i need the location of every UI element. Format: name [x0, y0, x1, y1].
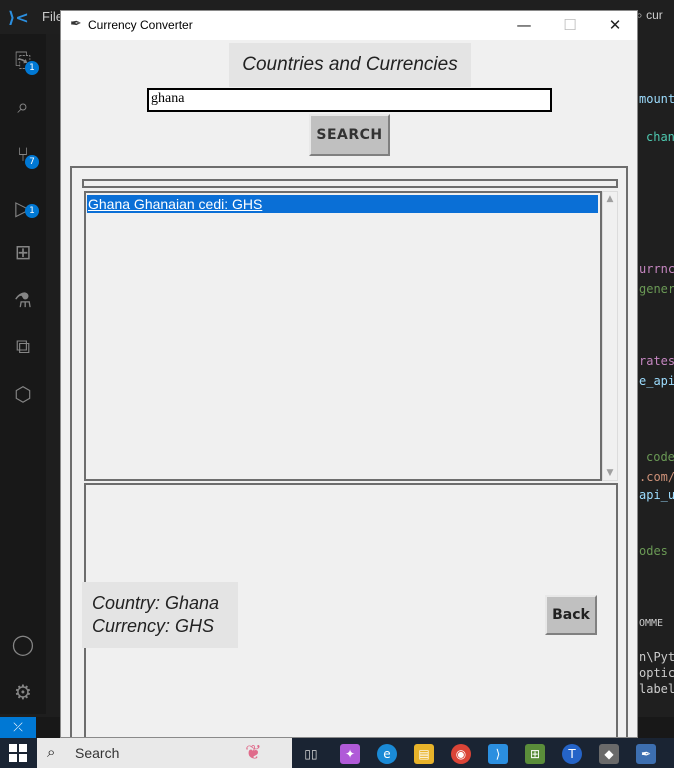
- back-button[interactable]: Back: [545, 595, 597, 635]
- run-debug-badge: 1: [25, 204, 39, 218]
- results-frame: Ghana Ghanaian cedi: GHS ▲ ▼: [70, 166, 628, 737]
- code-line: code: [646, 450, 674, 464]
- terminal-line: n\Pyt: [639, 650, 674, 664]
- minimize-button[interactable]: —: [501, 11, 547, 40]
- store-icon[interactable]: ⊞: [525, 744, 545, 764]
- selection-info-label: Country: Ghana Currency: GHS: [82, 582, 238, 648]
- search-button[interactable]: SEARCH: [309, 114, 390, 156]
- window-title: Currency Converter: [88, 18, 193, 32]
- file-explorer-icon[interactable]: ▤: [414, 744, 434, 764]
- code-line: rates: [639, 354, 674, 368]
- edge-icon[interactable]: e: [377, 744, 397, 764]
- accounts-icon[interactable]: ◯: [9, 630, 37, 658]
- code-line: chan: [646, 130, 674, 144]
- code-line: urrnc: [639, 262, 674, 276]
- code-line: .com/: [639, 470, 674, 484]
- code-line: odes: [639, 544, 668, 558]
- app-t-icon[interactable]: T: [562, 744, 582, 764]
- page-title: Countries and Currencies: [229, 43, 471, 87]
- vscode-taskbar-icon[interactable]: ⟩: [488, 744, 508, 764]
- results-listbox[interactable]: Ghana Ghanaian cedi: GHS: [84, 191, 602, 481]
- vscode-logo-icon: ⟩<: [8, 8, 29, 27]
- flamingo-search-highlight-icon: ❦: [245, 740, 262, 764]
- code-line: e_api: [639, 374, 674, 388]
- country-line: Country: Ghana: [92, 593, 220, 613]
- remote-indicator[interactable]: ⤫: [0, 717, 36, 738]
- code-line: gener: [639, 282, 674, 296]
- taskbar-search-box[interactable]: ⌕ Search ❦: [37, 738, 292, 768]
- explorer-badge: 1: [25, 61, 39, 75]
- git-tool-icon[interactable]: ◆: [599, 744, 619, 764]
- search-icon[interactable]: ⌕: [9, 92, 37, 120]
- close-button[interactable]: ✕: [592, 11, 637, 40]
- search-input[interactable]: ghana: [147, 88, 552, 112]
- chrome-icon[interactable]: ◉: [451, 744, 471, 764]
- search-icon: ⌕: [47, 743, 56, 761]
- list-item-selected[interactable]: Ghana Ghanaian cedi: GHS: [87, 195, 598, 213]
- code-line: mount: [639, 92, 674, 106]
- window-titlebar[interactable]: ✒ Currency Converter — ☐ ✕: [61, 11, 637, 40]
- python-tk-icon[interactable]: ✒: [636, 744, 656, 764]
- scroll-down-arrow-icon[interactable]: ▼: [605, 468, 615, 478]
- terminal-line: optic: [639, 666, 674, 680]
- windows-taskbar: ⌕ Search ❦ ▯▯ ✦ e ▤ ◉ ⟩ ⊞ T ◆ ✒: [0, 738, 674, 768]
- testing-icon[interactable]: ⚗: [9, 286, 37, 314]
- currency-converter-window: ✒ Currency Converter — ☐ ✕ Countries and…: [60, 10, 638, 738]
- settings-gear-icon[interactable]: ⚙: [9, 678, 37, 706]
- extensions-icon[interactable]: ⊞: [9, 238, 37, 266]
- vscode-editor-area: mount chan urrnc gener rates e_api code …: [638, 34, 674, 717]
- copilot-icon[interactable]: ✦: [340, 744, 360, 764]
- task-view-icon[interactable]: ▯▯: [301, 744, 321, 764]
- horizontal-scrollbar[interactable]: [82, 179, 618, 188]
- panel-tab-label: OMME: [639, 618, 664, 629]
- docker-icon[interactable]: ⬡: [9, 380, 37, 408]
- start-windows-icon[interactable]: [9, 744, 27, 762]
- taskbar-search-label: Search: [75, 745, 120, 761]
- currency-line: Currency: GHS: [92, 616, 215, 636]
- tk-feather-icon: ✒: [70, 16, 82, 32]
- maximize-button[interactable]: ☐: [547, 11, 593, 40]
- remote-explorer-icon[interactable]: ⧉: [9, 332, 37, 360]
- terminal-line: label: [639, 682, 674, 696]
- vscode-command-search[interactable]: ⌕ cur: [636, 8, 663, 23]
- source-control-badge: 7: [25, 155, 39, 169]
- vscode-activity-bar: ⎘ 1 ⌕ ⑂ 7 ▷ 1 ⊞ ⚗ ⧉ ⬡ ◯ ⚙: [0, 34, 46, 714]
- scroll-up-arrow-icon[interactable]: ▲: [605, 194, 615, 204]
- code-line: api_u: [639, 488, 674, 502]
- vertical-scrollbar[interactable]: ▲ ▼: [602, 191, 618, 481]
